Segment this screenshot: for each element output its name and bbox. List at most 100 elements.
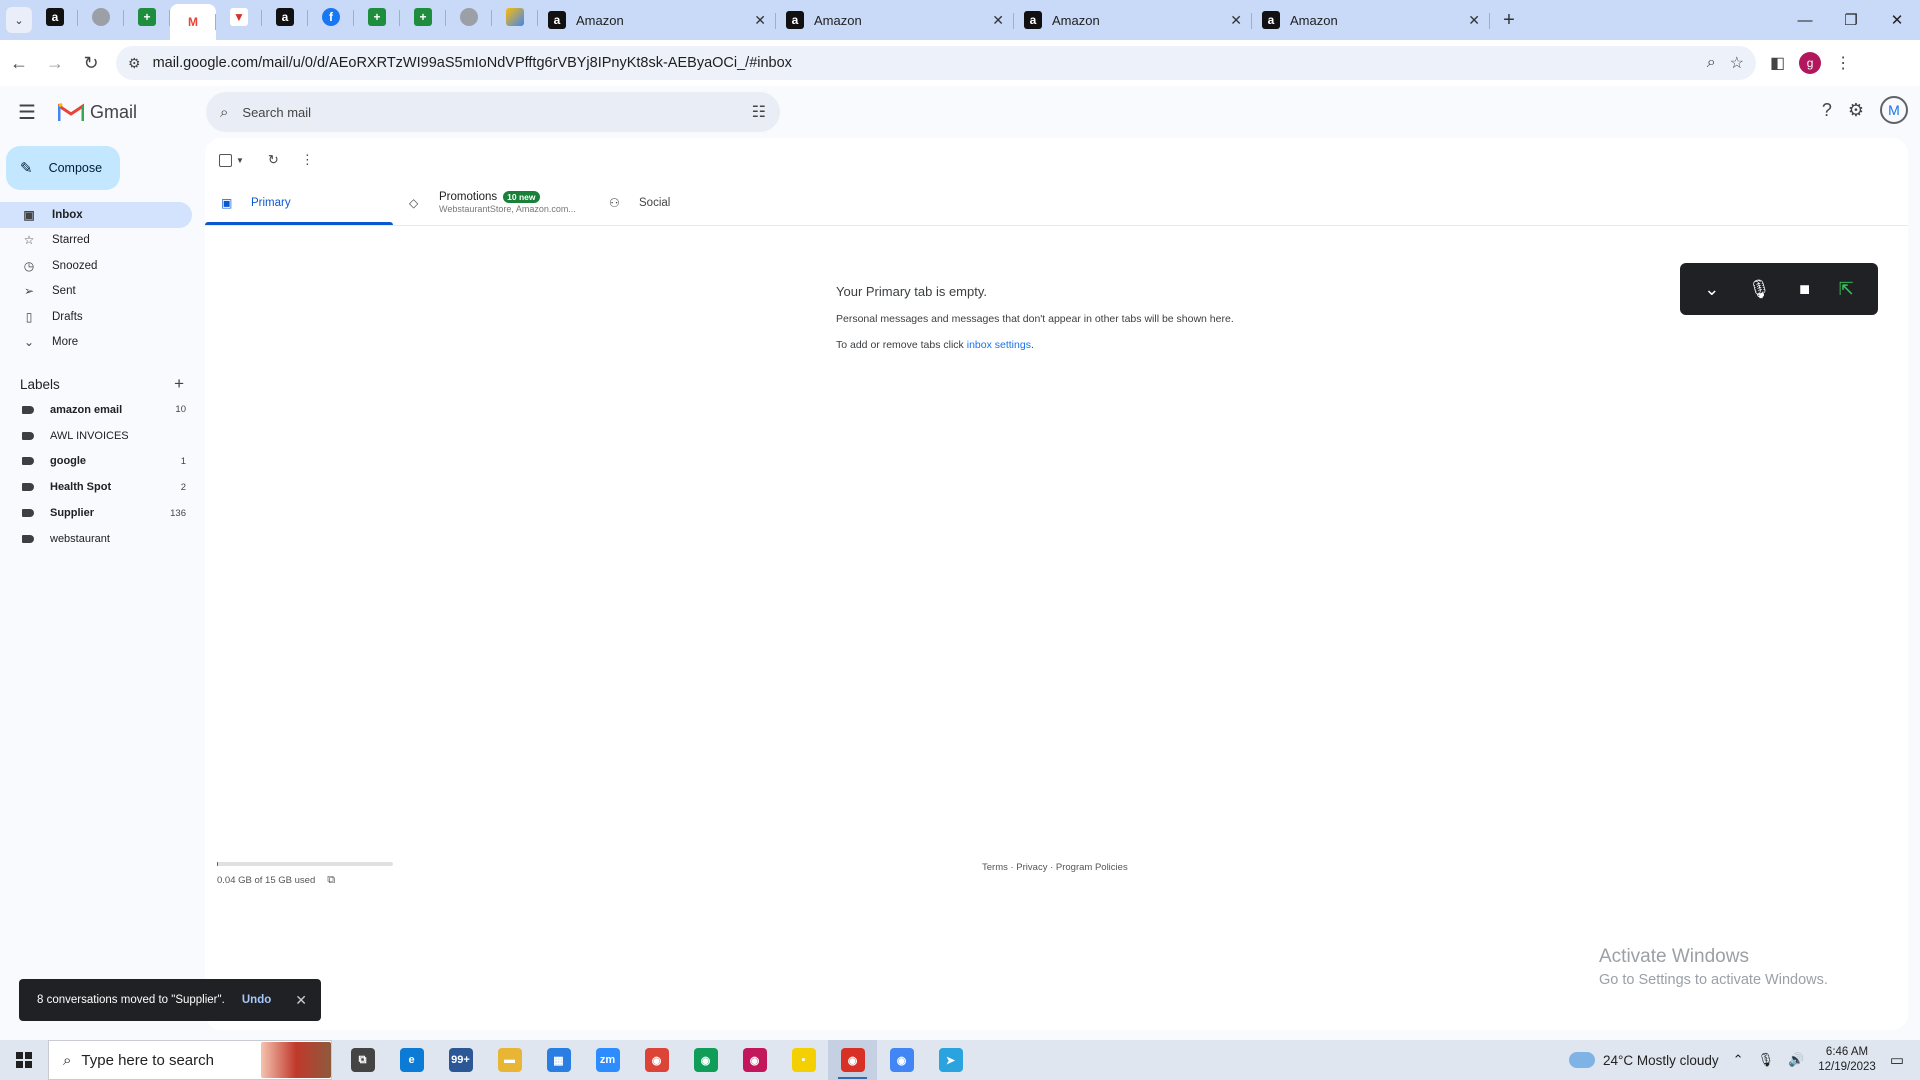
notification-icon[interactable]: ▭ xyxy=(1890,1051,1904,1069)
taskbar-app[interactable]: ▪ xyxy=(779,1040,828,1080)
microphone-icon[interactable]: 🎙 xyxy=(1758,1052,1775,1068)
pinned-tab[interactable]: + xyxy=(354,0,400,34)
taskbar-app[interactable]: zm xyxy=(583,1040,632,1080)
search-options-icon[interactable]: ☷ xyxy=(752,102,766,122)
speaker-icon[interactable]: 🔊 xyxy=(1788,1052,1804,1068)
taskbar-app[interactable]: ▬ xyxy=(485,1040,534,1080)
sidebar-item-drafts[interactable]: ▯ Drafts xyxy=(0,304,192,330)
undo-button[interactable]: Undo xyxy=(242,994,271,1006)
site-info-icon[interactable]: ⚙ xyxy=(128,55,141,72)
close-tab-icon[interactable]: ✕ xyxy=(992,12,1004,29)
refresh-icon[interactable]: ↻ xyxy=(268,152,279,168)
account-avatar[interactable]: M xyxy=(1880,96,1908,124)
label-item[interactable]: amazon email 10 xyxy=(0,397,192,423)
pinned-tab[interactable] xyxy=(492,0,538,34)
close-tab-icon[interactable]: ✕ xyxy=(1468,12,1480,29)
sidebar-item-sent[interactable]: ➢ Sent xyxy=(0,279,192,305)
label-item[interactable]: webstaurant xyxy=(0,526,192,552)
inbox-tab-icon: ▣ xyxy=(221,195,233,210)
taskbar-app[interactable]: ◉ xyxy=(828,1040,877,1080)
pinned-tab[interactable]: + xyxy=(400,0,446,34)
select-all-checkbox[interactable]: ▼ xyxy=(219,153,244,167)
star-icon: ☆ xyxy=(23,233,35,248)
browser-profile-avatar[interactable]: g xyxy=(1799,52,1822,74)
pinned-tab[interactable] xyxy=(78,0,124,34)
taskbar-app[interactable]: 99+ xyxy=(436,1040,485,1080)
taskbar-search-input[interactable]: Type here to search xyxy=(81,1052,214,1069)
main-menu-icon[interactable]: ☰ xyxy=(18,100,42,125)
reload-icon[interactable]: ↻ xyxy=(74,46,108,80)
url-text[interactable]: mail.google.com/mail/u/0/d/AEoRXRTzWI99a… xyxy=(153,55,1693,71)
compose-button[interactable]: ✎ Compose xyxy=(6,146,120,190)
close-tab-icon[interactable]: ✕ xyxy=(754,12,766,29)
pinned-tab[interactable]: ▼ xyxy=(216,0,262,34)
browser-menu-icon[interactable]: ⋮ xyxy=(1835,53,1851,73)
taskbar-app[interactable]: ▦ xyxy=(534,1040,583,1080)
tab-social-label: Social xyxy=(639,196,671,209)
create-label-icon[interactable]: + xyxy=(174,374,184,394)
sidebar-item-inbox[interactable]: ▣ Inbox xyxy=(0,202,192,228)
pinned-tab[interactable]: + xyxy=(124,0,170,34)
share-screen-icon[interactable]: ⇱ xyxy=(1839,279,1854,300)
browser-tab[interactable]: a Amazon ✕ xyxy=(1252,3,1490,37)
mic-muted-icon[interactable]: 🎙 xyxy=(1748,279,1771,300)
tab-search-icon[interactable]: ⌄ xyxy=(6,7,32,33)
chevron-up-icon[interactable]: ⌃ xyxy=(1733,1052,1744,1068)
help-icon[interactable]: ? xyxy=(1822,100,1832,121)
settings-gear-icon[interactable]: ⚙ xyxy=(1848,100,1864,121)
send-icon: ➢ xyxy=(23,284,35,299)
browser-tab[interactable]: a Amazon ✕ xyxy=(538,3,776,37)
close-tab-icon[interactable]: ✕ xyxy=(1230,12,1242,29)
start-button[interactable] xyxy=(0,1052,48,1068)
new-tab-button[interactable]: + xyxy=(1494,9,1524,32)
taskbar-app[interactable]: e xyxy=(387,1040,436,1080)
more-options-icon[interactable]: ⋮ xyxy=(301,152,314,168)
pinned-tab[interactable] xyxy=(446,0,492,34)
close-window-icon[interactable]: ✕ xyxy=(1874,0,1920,40)
inbox-settings-link[interactable]: inbox settings xyxy=(967,339,1031,351)
address-bar[interactable]: ⚙ mail.google.com/mail/u/0/d/AEoRXRTzWI9… xyxy=(116,46,1756,80)
pinned-tab[interactable]: a xyxy=(262,0,308,34)
tab-title: Amazon xyxy=(576,12,624,28)
close-icon[interactable]: ✕ xyxy=(295,992,307,1009)
taskbar-app[interactable]: ◉ xyxy=(632,1040,681,1080)
collapse-chevron-icon[interactable]: ⌄ xyxy=(1704,279,1719,300)
video-camera-icon[interactable]: ■ xyxy=(1799,279,1810,300)
taskbar-app[interactable]: ◉ xyxy=(877,1040,926,1080)
sidebar-item-starred[interactable]: ☆ Starred xyxy=(0,228,192,254)
label-item[interactable]: google 1 xyxy=(0,449,192,475)
forward-icon[interactable]: → xyxy=(38,46,72,80)
tab-social[interactable]: ⚇ Social xyxy=(593,180,781,225)
minimize-icon[interactable]: — xyxy=(1782,0,1828,40)
taskbar-app[interactable]: ◉ xyxy=(681,1040,730,1080)
search-input[interactable]: Search mail xyxy=(242,105,751,120)
gmail-logo[interactable]: Gmail xyxy=(58,102,137,123)
browser-tab[interactable]: a Amazon ✕ xyxy=(776,3,1014,37)
clock[interactable]: 6:46 AM 12/19/2023 xyxy=(1818,1045,1876,1075)
browser-tab[interactable]: a Amazon ✕ xyxy=(1014,3,1252,37)
back-icon[interactable]: ← xyxy=(2,46,36,80)
search-icon[interactable]: ⌕ xyxy=(220,104,228,121)
label-item[interactable]: Health Spot 2 xyxy=(0,474,192,500)
label-item[interactable]: Supplier 136 xyxy=(0,500,192,526)
taskbar-search[interactable]: ⌕ Type here to search xyxy=(48,1040,332,1080)
zoom-icon[interactable]: ⌕ xyxy=(1707,54,1716,72)
taskbar-app[interactable]: ⧉ xyxy=(338,1040,387,1080)
restore-icon[interactable]: ❐ xyxy=(1828,0,1874,40)
taskbar-app[interactable]: ➤ xyxy=(926,1040,975,1080)
label-item[interactable]: AWL INVOICES xyxy=(0,423,192,449)
pinned-tab[interactable]: a xyxy=(32,0,78,34)
pinned-tab[interactable]: f xyxy=(308,0,354,34)
footer-links[interactable]: Terms · Privacy · Program Policies xyxy=(982,862,1128,873)
weather-widget[interactable]: 24°C Mostly cloudy xyxy=(1568,1052,1719,1068)
side-panel-icon[interactable]: ◧ xyxy=(1770,53,1785,73)
open-storage-icon[interactable]: ⧉ xyxy=(327,874,335,887)
sidebar-item-snoozed[interactable]: ◷ Snoozed xyxy=(0,253,192,279)
pinned-tab[interactable]: M xyxy=(170,4,216,40)
tab-promotions[interactable]: ◇ Promotions 10 new WebstaurantStore, Am… xyxy=(393,180,593,225)
tab-primary[interactable]: ▣ Primary xyxy=(205,180,393,225)
bookmark-star-icon[interactable]: ☆ xyxy=(1730,53,1744,73)
taskbar-app[interactable]: ◉ xyxy=(730,1040,779,1080)
sidebar-item-more[interactable]: ⌄ More xyxy=(0,330,192,356)
search-bar[interactable]: ⌕ Search mail ☷ xyxy=(206,92,780,132)
